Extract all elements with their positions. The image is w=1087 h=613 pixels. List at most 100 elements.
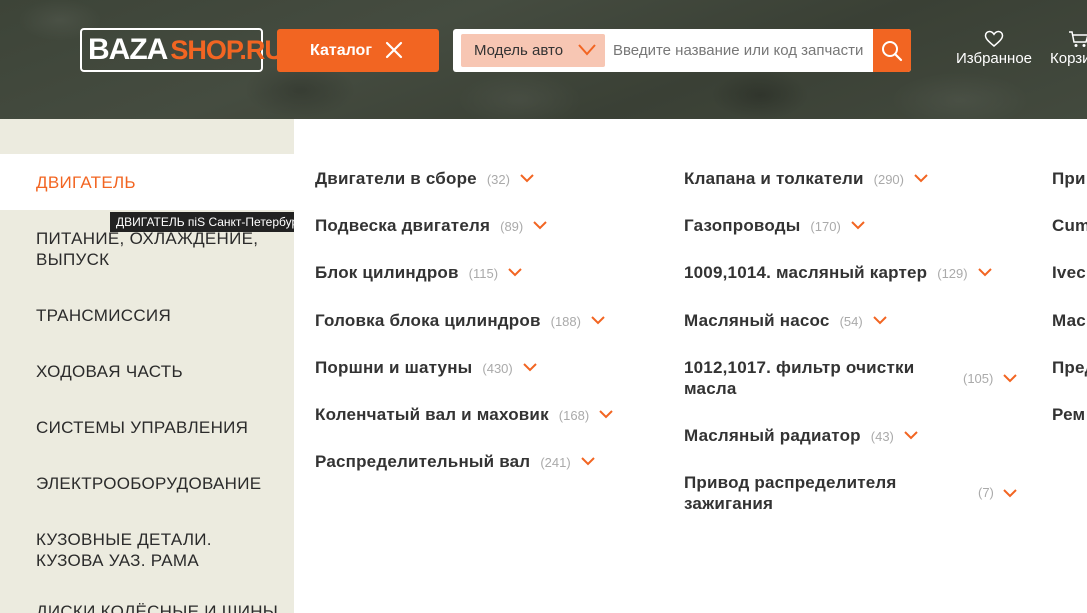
chevron-down-icon[interactable] [977, 268, 992, 277]
chevron-down-icon[interactable] [904, 431, 918, 440]
cart-link[interactable]: Корзина [1050, 30, 1087, 67]
chevron-down-icon[interactable] [872, 316, 887, 325]
chevron-down-icon[interactable] [599, 410, 613, 419]
sidebar-item-electrical[interactable]: ЭЛЕКТРООБОРУДОВАНИЕ [0, 473, 294, 494]
car-model-select-value: Модель авто [474, 42, 564, 59]
subcategory-label: Головка блока цилиндров [315, 311, 541, 330]
sidebar-item-label: ТРАНСМИССИЯ [36, 306, 172, 325]
subcategory-item[interactable]: Привод распределителя зажигания [684, 472, 954, 514]
subcategory-count: (32) [486, 172, 510, 187]
subcategory-label: 1009,1014. масляный картер [684, 263, 928, 282]
subcategory-label: Масляный насос [684, 311, 830, 330]
subcategory-item[interactable]: Масляный радиатор (43) [684, 425, 918, 447]
chevron-down-icon[interactable] [1003, 489, 1017, 498]
subcategory-label: Блок цилиндров [315, 263, 459, 282]
sidebar-item-label: ХОДОВАЯ ЧАСТЬ [36, 362, 183, 381]
subcategory-label: Cum [1052, 216, 1087, 235]
catalog-button-label: Каталог [310, 41, 372, 59]
subcategory-label: Газопроводы [684, 216, 801, 235]
subcategory-item[interactable]: Ivec [1052, 262, 1086, 283]
subcategory-label: Рем [1052, 405, 1086, 424]
sidebar-item-fuel-cooling-exhaust[interactable]: ПИТАНИЕ, ОХЛАЖДЕНИЕ, ВЫПУСК [0, 228, 294, 270]
sidebar-item-label: СИСТЕМЫ УПРАВЛЕНИЯ [36, 418, 249, 437]
subcategory-label: Поршни и шатуны [315, 358, 473, 377]
sidebar-item-chassis[interactable]: ХОДОВАЯ ЧАСТЬ [0, 361, 294, 382]
search-button[interactable] [873, 29, 911, 72]
subcategory-count: (168) [558, 408, 590, 423]
tooltip: ДВИГАТЕЛЬ піЅ Санкт-Петербурге [110, 212, 315, 232]
car-model-select[interactable]: Модель авто [461, 34, 605, 67]
subcategory-label: Масляный радиатор [684, 426, 861, 445]
subcategory-item[interactable]: Газопроводы (170) [684, 215, 865, 237]
subcategory-label: Двигатели в сборе [315, 169, 477, 188]
subcategory-item[interactable]: Cum [1052, 215, 1087, 236]
subcategory-item[interactable]: Рем [1052, 404, 1085, 425]
subcategory-item[interactable]: Масляный насос (54) [684, 310, 887, 332]
chevron-down-icon[interactable] [523, 363, 537, 372]
sidebar-item-wheels-tires[interactable]: ДИСКИ КОЛЁСНЫЕ И ШИНЫ [0, 601, 294, 613]
subcategory-count: (241) [540, 455, 571, 470]
catalog-sidebar: ДВИГАТЕЛЬ ПИТАНИЕ, ОХЛАЖДЕНИЕ, ВЫПУСК ТР… [0, 119, 294, 613]
chevron-down-icon[interactable] [914, 174, 928, 183]
subcategory-item[interactable]: Пред [1052, 357, 1087, 378]
subcategory-item[interactable]: Мас [1052, 310, 1086, 331]
site-logo[interactable]: BAZA SHOP.RU [80, 28, 284, 72]
subcategory-item[interactable]: Головка блока цилиндров (188) [315, 310, 605, 332]
sidebar-item-label: ЭЛЕКТРООБОРУДОВАНИЕ [36, 474, 262, 493]
subcategory-item[interactable]: 1012,1017. фильтр очистки масла [684, 357, 954, 399]
subcategory-count: (105) [963, 371, 994, 386]
subcategory-count: (290) [873, 172, 904, 187]
chevron-down-icon[interactable] [580, 457, 595, 466]
subcategory-count: (89) [500, 219, 524, 234]
favorites-link[interactable]: Избранное [955, 30, 1033, 67]
subcategory-item[interactable]: При [1052, 168, 1086, 189]
sidebar-item-label: ДВИГАТЕЛЬ [36, 172, 136, 192]
sidebar-item-engine[interactable]: ДВИГАТЕЛЬ [0, 154, 294, 210]
subcategory-label: Ivec [1052, 263, 1086, 282]
subcategory-label: При [1052, 169, 1086, 188]
chevron-down-icon[interactable] [533, 221, 547, 230]
subcategory-count: (188) [550, 314, 581, 329]
catalog-button[interactable]: Каталог [277, 29, 439, 72]
sidebar-item-label: ДИСКИ КОЛЁСНЫЕ И ШИНЫ [36, 602, 279, 613]
subcategory-count: (54) [839, 314, 863, 329]
sidebar-item-label: КУЗОВНЫЕ ДЕТАЛИ. КУЗОВА УАЗ. РАМА [36, 530, 212, 570]
subcategory-item[interactable]: Поршни и шатуны (430) [315, 357, 537, 379]
chevron-down-icon[interactable] [1003, 374, 1017, 383]
subcategory-item[interactable]: Двигатели в сборе (32) [315, 168, 534, 190]
cart-icon [1069, 31, 1087, 47]
favorites-label: Избранное [955, 50, 1033, 67]
search-bar: Модель авто [453, 29, 911, 72]
subcategory-label: Пред [1052, 358, 1087, 377]
subcategory-item[interactable]: Блок цилиндров (115) [315, 262, 522, 284]
chevron-down-icon[interactable] [508, 268, 522, 277]
subcategory-count: (129) [937, 266, 968, 281]
sidebar-item-label: ПИТАНИЕ, ОХЛАЖДЕНИЕ, ВЫПУСК [36, 229, 259, 269]
subcategory-item[interactable]: Коленчатый вал и маховик (168) [315, 404, 613, 426]
subcategory-label: Подвеска двигателя [315, 216, 491, 235]
subcategory-label: Распределительный вал [315, 452, 531, 471]
subcategory-count: (43) [870, 429, 894, 444]
close-icon [385, 41, 403, 59]
sidebar-item-control-systems[interactable]: СИСТЕМЫ УПРАВЛЕНИЯ [0, 417, 294, 438]
subcategory-panel: Двигатели в сборе (32) Подвеска двигателя… [294, 119, 1087, 613]
subcategory-item[interactable]: Распределительный вал (241) [315, 451, 595, 473]
logo-text-baza: BAZA [88, 33, 168, 66]
chevron-down-icon[interactable] [591, 316, 605, 325]
chevron-down-icon[interactable] [851, 221, 865, 230]
logo-text-shop: SHOP.RU [170, 34, 284, 65]
chevron-down-icon [578, 44, 596, 56]
search-input[interactable] [613, 34, 868, 67]
subcategory-label: Клапана и толкатели [684, 169, 864, 188]
cart-label: Корзина [1050, 50, 1087, 67]
subcategory-count: (170) [810, 219, 841, 234]
subcategory-label: Привод распределителя зажигания [684, 473, 897, 513]
sidebar-item-transmission[interactable]: ТРАНСМИССИЯ [0, 305, 294, 326]
subcategory-item[interactable]: Клапана и толкатели (290) [684, 168, 928, 190]
subcategory-count: (115) [468, 266, 499, 281]
subcategory-item[interactable]: Подвеска двигателя (89) [315, 215, 547, 237]
subcategory-item[interactable]: 1009,1014. масляный картер (129) [684, 262, 992, 284]
chevron-down-icon[interactable] [520, 174, 534, 183]
subcategory-label: 1012,1017. фильтр очистки масла [684, 358, 915, 398]
sidebar-item-body-parts[interactable]: КУЗОВНЫЕ ДЕТАЛИ. КУЗОВА УАЗ. РАМА [0, 529, 294, 571]
